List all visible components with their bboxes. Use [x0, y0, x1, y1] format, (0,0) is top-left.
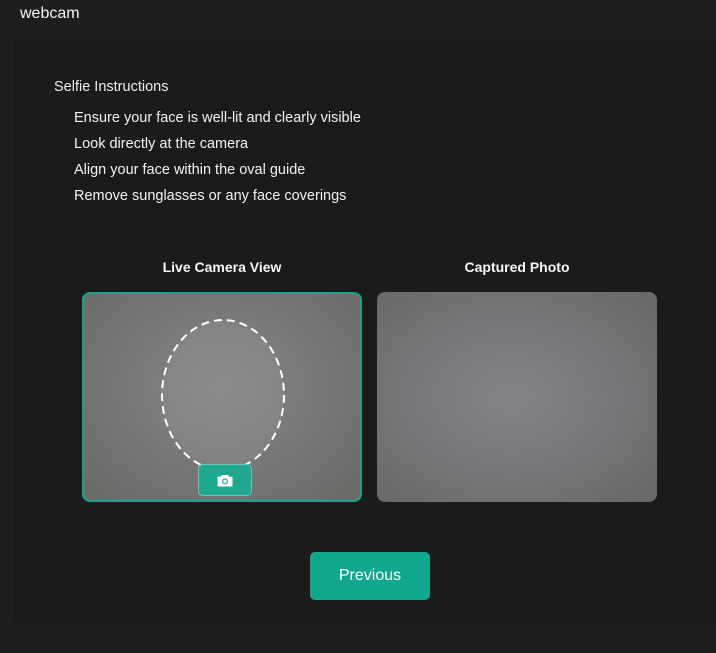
instruction-item: Look directly at the camera [74, 136, 249, 152]
captured-photo-label: Captured Photo [464, 259, 570, 275]
live-camera-label: Live Camera View [162, 259, 282, 275]
instruction-item: Align your face within the oval guide [74, 162, 306, 178]
camera-icon [217, 474, 233, 486]
live-camera-view [82, 292, 362, 502]
instructions-list: Ensure your face is well-lit and clearly… [74, 108, 361, 212]
instructions-heading: Selfie Instructions [54, 79, 169, 95]
instruction-item: Remove sunglasses or any face coverings [74, 188, 347, 204]
window-title: webcam [20, 5, 80, 22]
instruction-item: Ensure your face is well-lit and clearly… [74, 110, 361, 126]
capture-button[interactable] [198, 464, 252, 496]
captured-photo-view [377, 292, 657, 502]
previous-button[interactable]: Previous [310, 552, 430, 600]
